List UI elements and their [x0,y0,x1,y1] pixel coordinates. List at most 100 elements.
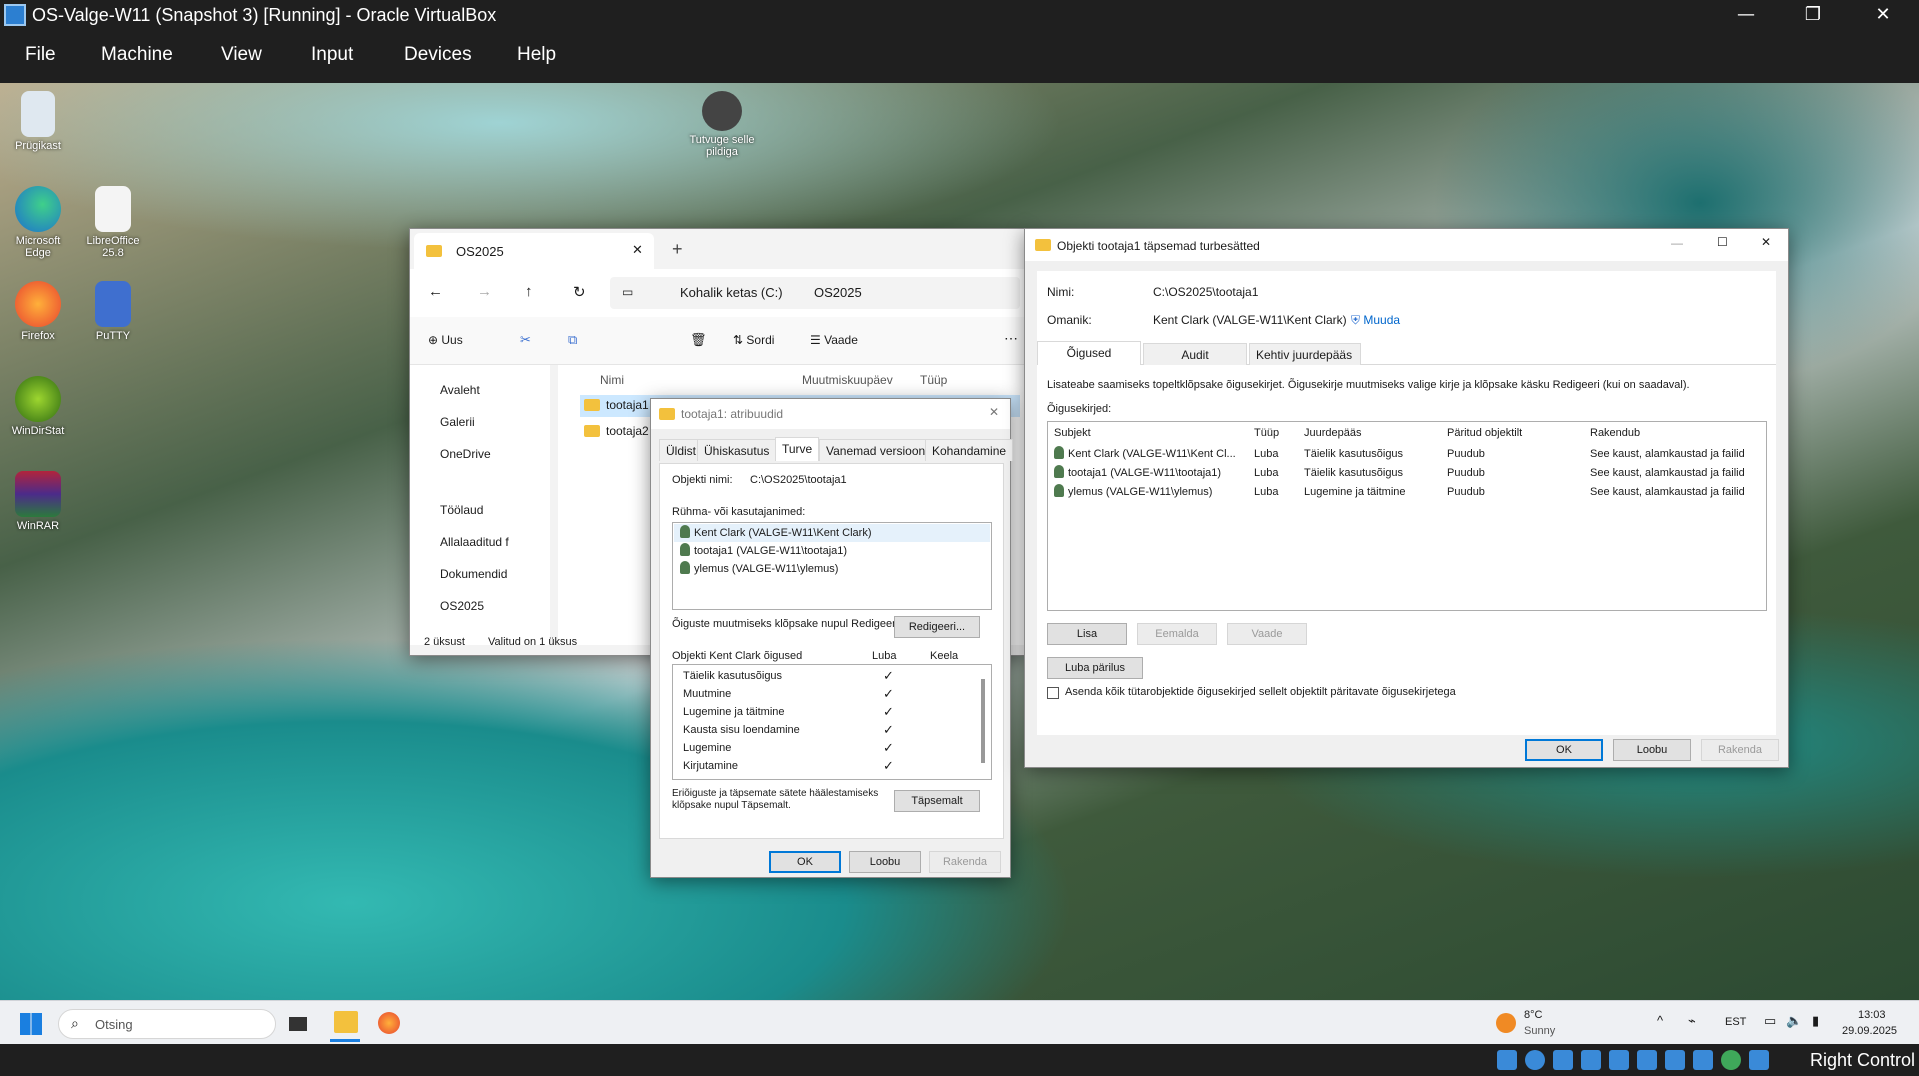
remove-button[interactable]: Eemalda [1137,623,1217,645]
tab-effective-access[interactable]: Kehtiv juurdepääs [1249,343,1361,365]
refresh-icon[interactable]: ↻ [573,283,586,301]
up-icon[interactable]: ↑ [525,283,533,300]
apply-button[interactable]: Rakenda [929,851,1001,873]
recording-icon[interactable] [1693,1050,1713,1070]
more-icon[interactable]: ⋯ [1004,330,1018,347]
tab-customize[interactable]: Kohandamine [925,439,1014,461]
view-button[interactable]: Vaade [1227,623,1307,645]
network-adapter-icon[interactable] [1581,1050,1601,1070]
clock-date[interactable]: 29.09.2025 [1842,1025,1897,1037]
desktop-icon-windirstat[interactable]: WinDirStat [3,376,73,437]
table-row[interactable]: Kent Clark (VALGE-W11\Kent Cl... Luba Tä… [1048,444,1766,464]
nav-item-documents[interactable]: Dokumendid [440,567,507,581]
task-view-icon[interactable] [289,1017,307,1031]
firefox-icon[interactable] [378,1012,400,1034]
nav-item-home[interactable]: Avaleht [440,383,480,397]
tab-audit[interactable]: Audit [1143,343,1247,365]
column-type[interactable]: Tüüp [1254,424,1279,442]
cancel-button[interactable]: Loobu [1613,739,1691,761]
column-applies[interactable]: Rakendub [1590,424,1640,442]
column-inherited[interactable]: Päritud objektilt [1447,424,1522,442]
clock-time[interactable]: 13:03 [1858,1009,1886,1021]
desktop-icon-recycle-bin[interactable]: Prügikast [3,91,73,152]
advanced-button[interactable]: Täpsemalt [894,790,980,812]
nav-item-desktop[interactable]: Töölaud [440,503,483,517]
enable-inheritance-button[interactable]: Luba pärilus [1047,657,1143,679]
menu-machine[interactable]: Machine [101,44,173,66]
menu-view[interactable]: View [221,44,262,66]
table-row[interactable]: ylemus (VALGE-W11\ylemus) Luba Lugemine … [1048,482,1766,502]
new-button[interactable]: ⊕ Uus [428,333,463,347]
edit-button[interactable]: Redigeeri... [894,616,980,638]
ok-button[interactable]: OK [1525,739,1603,761]
audio-icon[interactable] [1553,1050,1573,1070]
copy-icon[interactable]: ⧉ [568,332,577,348]
replace-checkbox[interactable] [1047,687,1059,699]
nav-item-downloads[interactable]: Allalaaditud f [440,535,509,549]
battery-icon[interactable]: ▮ [1812,1013,1819,1029]
desktop-icon-winrar[interactable]: WinRAR [3,471,73,532]
explorer-tab[interactable]: OS2025 ✕ [414,233,654,269]
close-tab-icon[interactable]: ✕ [632,242,643,258]
sort-button[interactable]: ⇅ Sordi [733,333,774,347]
cut-icon[interactable]: ✂ [520,332,531,348]
column-subject[interactable]: Subjekt [1054,424,1091,442]
forward-icon[interactable]: → [477,283,492,300]
table-row[interactable]: tootaja1 (VALGE-W11\tootaja1) Luba Täiel… [1048,463,1766,483]
desktop-icon-spotlight[interactable]: Tutvuge selle pildiga [687,91,757,158]
close-icon[interactable]: ✕ [989,405,999,419]
add-button[interactable]: Lisa [1047,623,1127,645]
search-box[interactable]: ⌕ Otsing [58,1009,276,1039]
desktop-icon-edge[interactable]: Microsoft Edge [3,186,73,259]
scrollbar[interactable] [981,679,985,763]
breadcrumb-drive[interactable]: Kohalik ketas (C:) [680,285,783,300]
nav-item-onedrive[interactable]: OneDrive [440,447,491,461]
close-icon[interactable]: ✕ [1855,0,1911,31]
change-owner-link[interactable]: ⛨ Muuda [1351,313,1400,328]
optical-drive-icon[interactable] [1525,1050,1545,1070]
storage-icon[interactable] [1497,1050,1517,1070]
mouse-integration-icon[interactable] [1749,1050,1769,1070]
address-bar[interactable]: ▭ Kohalik ketas (C:) OS2025 [610,277,1020,309]
desktop-icon-libreoffice[interactable]: LibreOffice 25.8 [78,186,148,259]
language-indicator[interactable]: EST [1725,1016,1746,1028]
new-tab-icon[interactable]: + [672,239,683,260]
column-date[interactable]: Muutmiskuupäev [802,373,893,387]
tab-permissions[interactable]: Õigused [1037,341,1141,365]
desktop-icon-putty[interactable]: PuTTY [78,281,148,342]
start-icon[interactable] [20,1013,42,1035]
tab-security[interactable]: Turve [775,437,820,461]
column-name[interactable]: Nimi [600,373,624,387]
tab-previous-versions[interactable]: Vanemad versioonid [819,439,942,461]
restore-icon[interactable]: ❐ [1785,0,1841,31]
chevron-up-icon[interactable]: ^ [1657,1013,1663,1028]
usb-icon[interactable] [1609,1050,1629,1070]
nav-item-os2025[interactable]: OS2025 [440,599,484,613]
menu-input[interactable]: Input [311,44,353,66]
menu-devices[interactable]: Devices [404,44,472,66]
list-item[interactable]: ylemus (VALGE-W11\ylemus) [674,560,838,578]
minimize-icon[interactable]: — [1671,236,1683,250]
list-item[interactable]: Kent Clark (VALGE-W11\Kent Clark) [674,524,990,542]
network-icon[interactable]: ⌁ [1688,1013,1696,1029]
tab-sharing[interactable]: Ühiskasutus [697,439,777,461]
menu-file[interactable]: File [25,44,56,66]
list-item[interactable]: tootaja1 (VALGE-W11\tootaja1) [674,542,847,560]
minimize-icon[interactable]: — [1718,0,1774,31]
volume-icon[interactable]: 🔈 [1786,1013,1802,1029]
cpu-icon[interactable] [1721,1050,1741,1070]
column-access[interactable]: Juurdepääs [1304,424,1362,442]
shared-folders-icon[interactable] [1637,1050,1657,1070]
column-type[interactable]: Tüüp [920,373,947,387]
back-icon[interactable]: ← [428,283,443,300]
display-icon[interactable]: ▭ [1764,1013,1776,1029]
close-icon[interactable]: ✕ [1761,235,1771,249]
apply-button[interactable]: Rakenda [1701,739,1779,761]
ok-button[interactable]: OK [769,851,841,873]
file-explorer-icon[interactable] [334,1011,358,1033]
maximize-icon[interactable]: ☐ [1717,235,1728,249]
view-button[interactable]: ☰ Vaade [810,333,858,347]
menu-help[interactable]: Help [517,44,556,66]
breadcrumb-folder[interactable]: OS2025 [814,285,862,300]
cancel-button[interactable]: Loobu [849,851,921,873]
